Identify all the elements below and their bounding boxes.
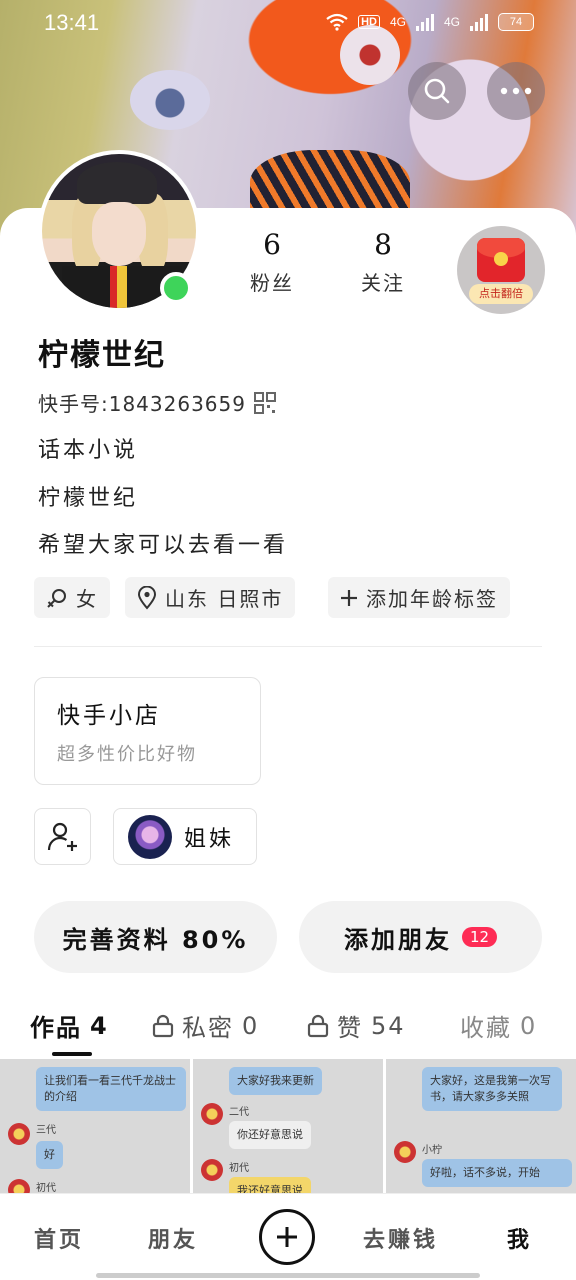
tab-works[interactable]: 作品 4 — [30, 1008, 109, 1043]
tab-label: 收藏 — [460, 1014, 512, 1042]
chat-name: 初代 — [36, 1183, 56, 1194]
tab-label: 作品 — [30, 1014, 82, 1042]
qrcode-icon[interactable] — [253, 391, 276, 414]
online-status-dot — [160, 272, 192, 304]
plus-icon — [277, 1227, 297, 1247]
signal-icon — [415, 13, 434, 31]
red-packet-button[interactable]: 点击翻倍 — [457, 226, 545, 314]
add-friend-badge: 12 — [461, 927, 498, 947]
add-friend-square-button[interactable] — [34, 808, 91, 865]
gender-label: 女 — [76, 587, 98, 611]
chat-bubble: 让我们看一看三代千龙战士的介绍 — [36, 1067, 186, 1111]
username: 柠檬世纪 — [38, 338, 166, 373]
network-label: 4G — [389, 15, 406, 29]
complete-profile-label: 完善资料 80% — [62, 925, 249, 954]
battery-icon: 74 — [498, 13, 534, 31]
red-packet-label: 点击翻倍 — [469, 284, 533, 304]
shop-title: 快手小店 — [57, 703, 161, 729]
female-icon — [47, 588, 66, 608]
network-label-2: 4G — [443, 15, 460, 29]
bio-line: 话本小说 — [38, 438, 139, 463]
mini-avatar — [201, 1103, 223, 1125]
plus-icon — [341, 589, 357, 606]
location-pin-icon — [137, 585, 157, 610]
avatar-art — [92, 202, 146, 266]
location-label: 山东 日照市 — [165, 587, 284, 611]
nav-earn[interactable]: 去赚钱 — [363, 1222, 438, 1254]
nav-friends[interactable]: 朋友 — [148, 1222, 198, 1254]
hd-icon: HD — [358, 15, 380, 29]
location-tag[interactable]: 山东 日照市 — [125, 577, 296, 618]
tab-private[interactable]: 私密 0 — [152, 1008, 259, 1043]
status-bar: 13:41 HD 4G 4G 74 — [0, 0, 576, 50]
add-age-label: 添加年龄标签 — [366, 587, 498, 611]
follow-count: 8 — [374, 228, 392, 261]
fans-label: 粉丝 — [250, 271, 294, 295]
lock-icon — [152, 1014, 174, 1037]
tab-indicator — [52, 1052, 92, 1056]
tab-label: 赞 — [337, 1014, 363, 1042]
follow-label: 关注 — [361, 271, 405, 295]
tab-count: 0 — [242, 1011, 260, 1040]
group-avatar — [128, 814, 172, 859]
signal-icon-2 — [470, 13, 488, 31]
chat-bubble: 大家好我来更新 — [229, 1067, 322, 1095]
add-age-tag[interactable]: 添加年龄标签 — [328, 577, 510, 618]
group-chip[interactable]: 姐妹 — [113, 808, 257, 865]
wifi-icon — [326, 13, 348, 31]
kuaishou-id-row[interactable]: 快手号:1843263659 — [38, 388, 276, 417]
nav-me[interactable]: 我 — [507, 1222, 532, 1254]
divider — [34, 646, 542, 647]
add-friend-button[interactable]: 添加朋友 12 — [299, 901, 542, 973]
bio-line: 柠檬世纪 — [38, 486, 139, 511]
content-tabs: 作品 4 私密 0 赞 54 收藏 0 — [0, 1000, 576, 1056]
home-indicator — [96, 1273, 480, 1278]
shop-card[interactable]: 快手小店 超多性价比好物 — [34, 677, 261, 785]
tab-favorites[interactable]: 收藏 0 — [460, 1008, 537, 1043]
tab-count: 54 — [371, 1011, 406, 1040]
complete-profile-button[interactable]: 完善资料 80% — [34, 901, 277, 973]
shop-subtitle: 超多性价比好物 — [57, 744, 197, 765]
lock-icon — [307, 1014, 329, 1037]
tab-likes[interactable]: 赞 54 — [307, 1008, 406, 1043]
chat-bubble: 好 — [36, 1141, 63, 1169]
mini-avatar — [394, 1141, 416, 1163]
group-name: 姐妹 — [184, 826, 235, 852]
gender-tag[interactable]: 女 — [34, 577, 110, 618]
search-button[interactable] — [408, 62, 466, 120]
create-button[interactable] — [259, 1209, 315, 1265]
status-time: 13:41 — [44, 10, 100, 35]
banner-art — [130, 70, 210, 130]
tab-label: 私密 — [182, 1014, 234, 1042]
chat-bubble: 你还好意思说 — [229, 1121, 311, 1149]
avatar-art — [77, 162, 157, 204]
chat-bubble: 大家好，这是我第一次写书，请大家多多关照 — [422, 1067, 562, 1111]
mini-avatar — [201, 1159, 223, 1181]
tab-count: 4 — [90, 1011, 109, 1040]
more-icon — [500, 87, 532, 95]
fans-stat[interactable]: 6 粉丝 — [232, 228, 312, 296]
status-icons: HD 4G 4G 74 — [326, 13, 534, 31]
kuaishou-id: 快手号:1843263659 — [38, 392, 246, 416]
chat-bubble: 好啦，话不多说，开始 — [422, 1159, 572, 1187]
nav-home[interactable]: 首页 — [34, 1222, 84, 1254]
add-user-icon — [47, 822, 77, 851]
coin-icon — [494, 252, 508, 266]
add-friend-label: 添加朋友 — [343, 925, 452, 954]
more-button[interactable] — [487, 62, 545, 120]
tab-count: 0 — [520, 1011, 538, 1040]
fans-count: 6 — [263, 228, 281, 261]
chat-name: 小柠 — [422, 1145, 442, 1156]
search-icon — [424, 78, 450, 104]
follow-stat[interactable]: 8 关注 — [343, 228, 423, 296]
chat-name: 二代 — [229, 1107, 249, 1118]
bottom-navigation: 首页 朋友 去赚钱 我 — [0, 1193, 576, 1280]
mini-avatar — [8, 1123, 30, 1145]
chat-name: 初代 — [229, 1163, 249, 1174]
bio-line: 希望大家可以去看一看 — [38, 533, 289, 558]
chat-name: 三代 — [36, 1125, 56, 1136]
